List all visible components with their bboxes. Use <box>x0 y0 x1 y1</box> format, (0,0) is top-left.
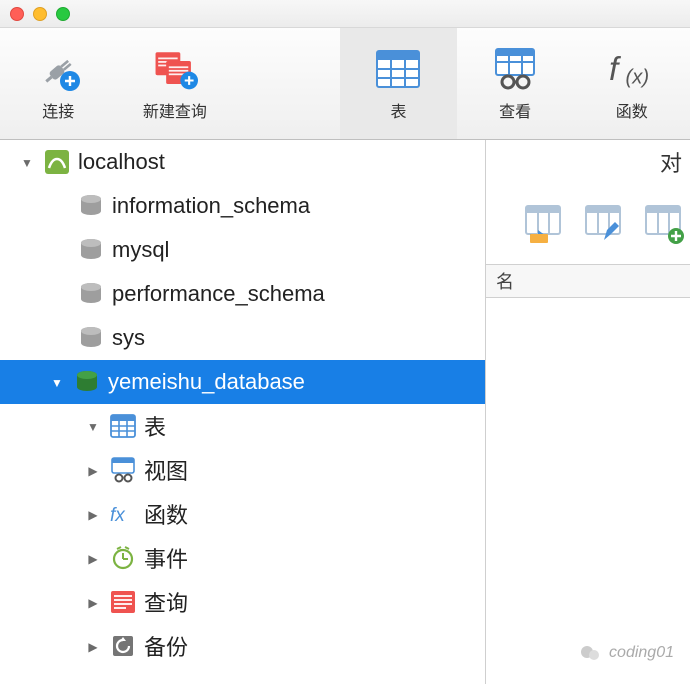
tree-database-node[interactable]: information_schema <box>0 184 485 228</box>
main-toolbar: 连接 新建查询 <box>0 28 690 140</box>
database-icon <box>76 323 106 353</box>
toolbar-view-button[interactable]: 查看 <box>457 28 574 139</box>
tree-events-label: 事件 <box>144 542 485 574</box>
content-title-fragment: 对 <box>486 140 690 184</box>
tree-backups-label: 备份 <box>144 630 485 662</box>
tree-tables-node[interactable]: 表 <box>0 404 485 448</box>
svg-text:(x): (x) <box>625 66 649 88</box>
clock-icon <box>108 543 138 573</box>
query-icon <box>108 587 138 617</box>
toolbar-table-label: 表 <box>390 98 406 122</box>
function-icon: f (x) <box>609 46 655 92</box>
tree-events-node[interactable]: 事件 <box>0 536 485 580</box>
toolbar-table-button[interactable]: 表 <box>340 28 457 139</box>
toolbar-function-label: 函数 <box>616 98 648 122</box>
toolbar-new-query-button[interactable]: 新建查询 <box>117 28 234 139</box>
wechat-icon <box>579 642 601 664</box>
window-titlebar <box>0 0 690 28</box>
tree-connection-label: localhost <box>78 149 485 175</box>
disclosure-arrow-icon[interactable] <box>84 550 102 566</box>
database-icon <box>76 235 106 265</box>
tree-connection-node[interactable]: localhost <box>0 140 485 184</box>
toolbar-function-button[interactable]: f (x) 函数 <box>573 28 690 139</box>
tree-queries-node[interactable]: 查询 <box>0 580 485 624</box>
disclosure-arrow-icon[interactable] <box>84 594 102 610</box>
tree-database-node-selected[interactable]: yemeishu_database <box>0 360 485 404</box>
tree-views-label: 视图 <box>144 454 485 486</box>
disclosure-arrow-icon[interactable] <box>84 506 102 522</box>
tree-database-label: yemeishu_database <box>108 369 485 395</box>
content-toolbar <box>486 184 690 264</box>
toolbar-view-label: 查看 <box>499 98 531 122</box>
backup-icon <box>108 631 138 661</box>
tree-database-node[interactable]: sys <box>0 316 485 360</box>
database-icon <box>76 279 106 309</box>
svg-text:fx: fx <box>110 505 126 526</box>
database-icon <box>76 191 106 221</box>
disclosure-arrow-icon[interactable] <box>84 418 102 434</box>
table-icon <box>108 411 138 441</box>
new-table-button[interactable] <box>644 204 684 244</box>
content-pane: 对 名 coding01 <box>486 140 690 684</box>
toolbar-connect-button[interactable]: 连接 <box>0 28 117 139</box>
toolbar-connect-label: 连接 <box>42 98 74 122</box>
disclosure-arrow-icon[interactable] <box>84 462 102 478</box>
open-table-button[interactable] <box>524 204 564 244</box>
tree-backups-node[interactable]: 备份 <box>0 624 485 668</box>
window-close-button[interactable] <box>10 7 24 21</box>
plug-icon <box>35 46 81 92</box>
table-column-header-name[interactable]: 名 <box>486 264 690 298</box>
tree-database-label: sys <box>112 325 485 351</box>
watermark: coding01 <box>579 642 674 664</box>
tree-database-label: information_schema <box>112 193 485 219</box>
tree-database-node[interactable]: mysql <box>0 228 485 272</box>
tree-database-label: mysql <box>112 237 485 263</box>
view-icon <box>492 46 538 92</box>
toolbar-new-query-label: 新建查询 <box>143 98 207 122</box>
table-icon <box>375 46 421 92</box>
new-query-icon <box>152 46 198 92</box>
disclosure-arrow-icon[interactable] <box>84 638 102 654</box>
database-active-icon <box>72 367 102 397</box>
tree-database-label: performance_schema <box>112 281 485 307</box>
connection-icon <box>42 147 72 177</box>
function-small-icon: fx <box>108 499 138 529</box>
svg-text:f: f <box>609 51 622 88</box>
disclosure-arrow-icon[interactable] <box>48 374 66 390</box>
connection-tree: localhost information_schema mysql perfo… <box>0 140 486 684</box>
design-table-button[interactable] <box>584 204 624 244</box>
window-minimize-button[interactable] <box>33 7 47 21</box>
tree-functions-label: 函数 <box>144 498 485 530</box>
disclosure-arrow-icon[interactable] <box>18 154 36 170</box>
tree-database-node[interactable]: performance_schema <box>0 272 485 316</box>
tree-functions-node[interactable]: fx 函数 <box>0 492 485 536</box>
tree-tables-label: 表 <box>144 410 485 442</box>
view-icon <box>108 455 138 485</box>
tree-queries-label: 查询 <box>144 586 485 618</box>
window-maximize-button[interactable] <box>56 7 70 21</box>
tree-views-node[interactable]: 视图 <box>0 448 485 492</box>
